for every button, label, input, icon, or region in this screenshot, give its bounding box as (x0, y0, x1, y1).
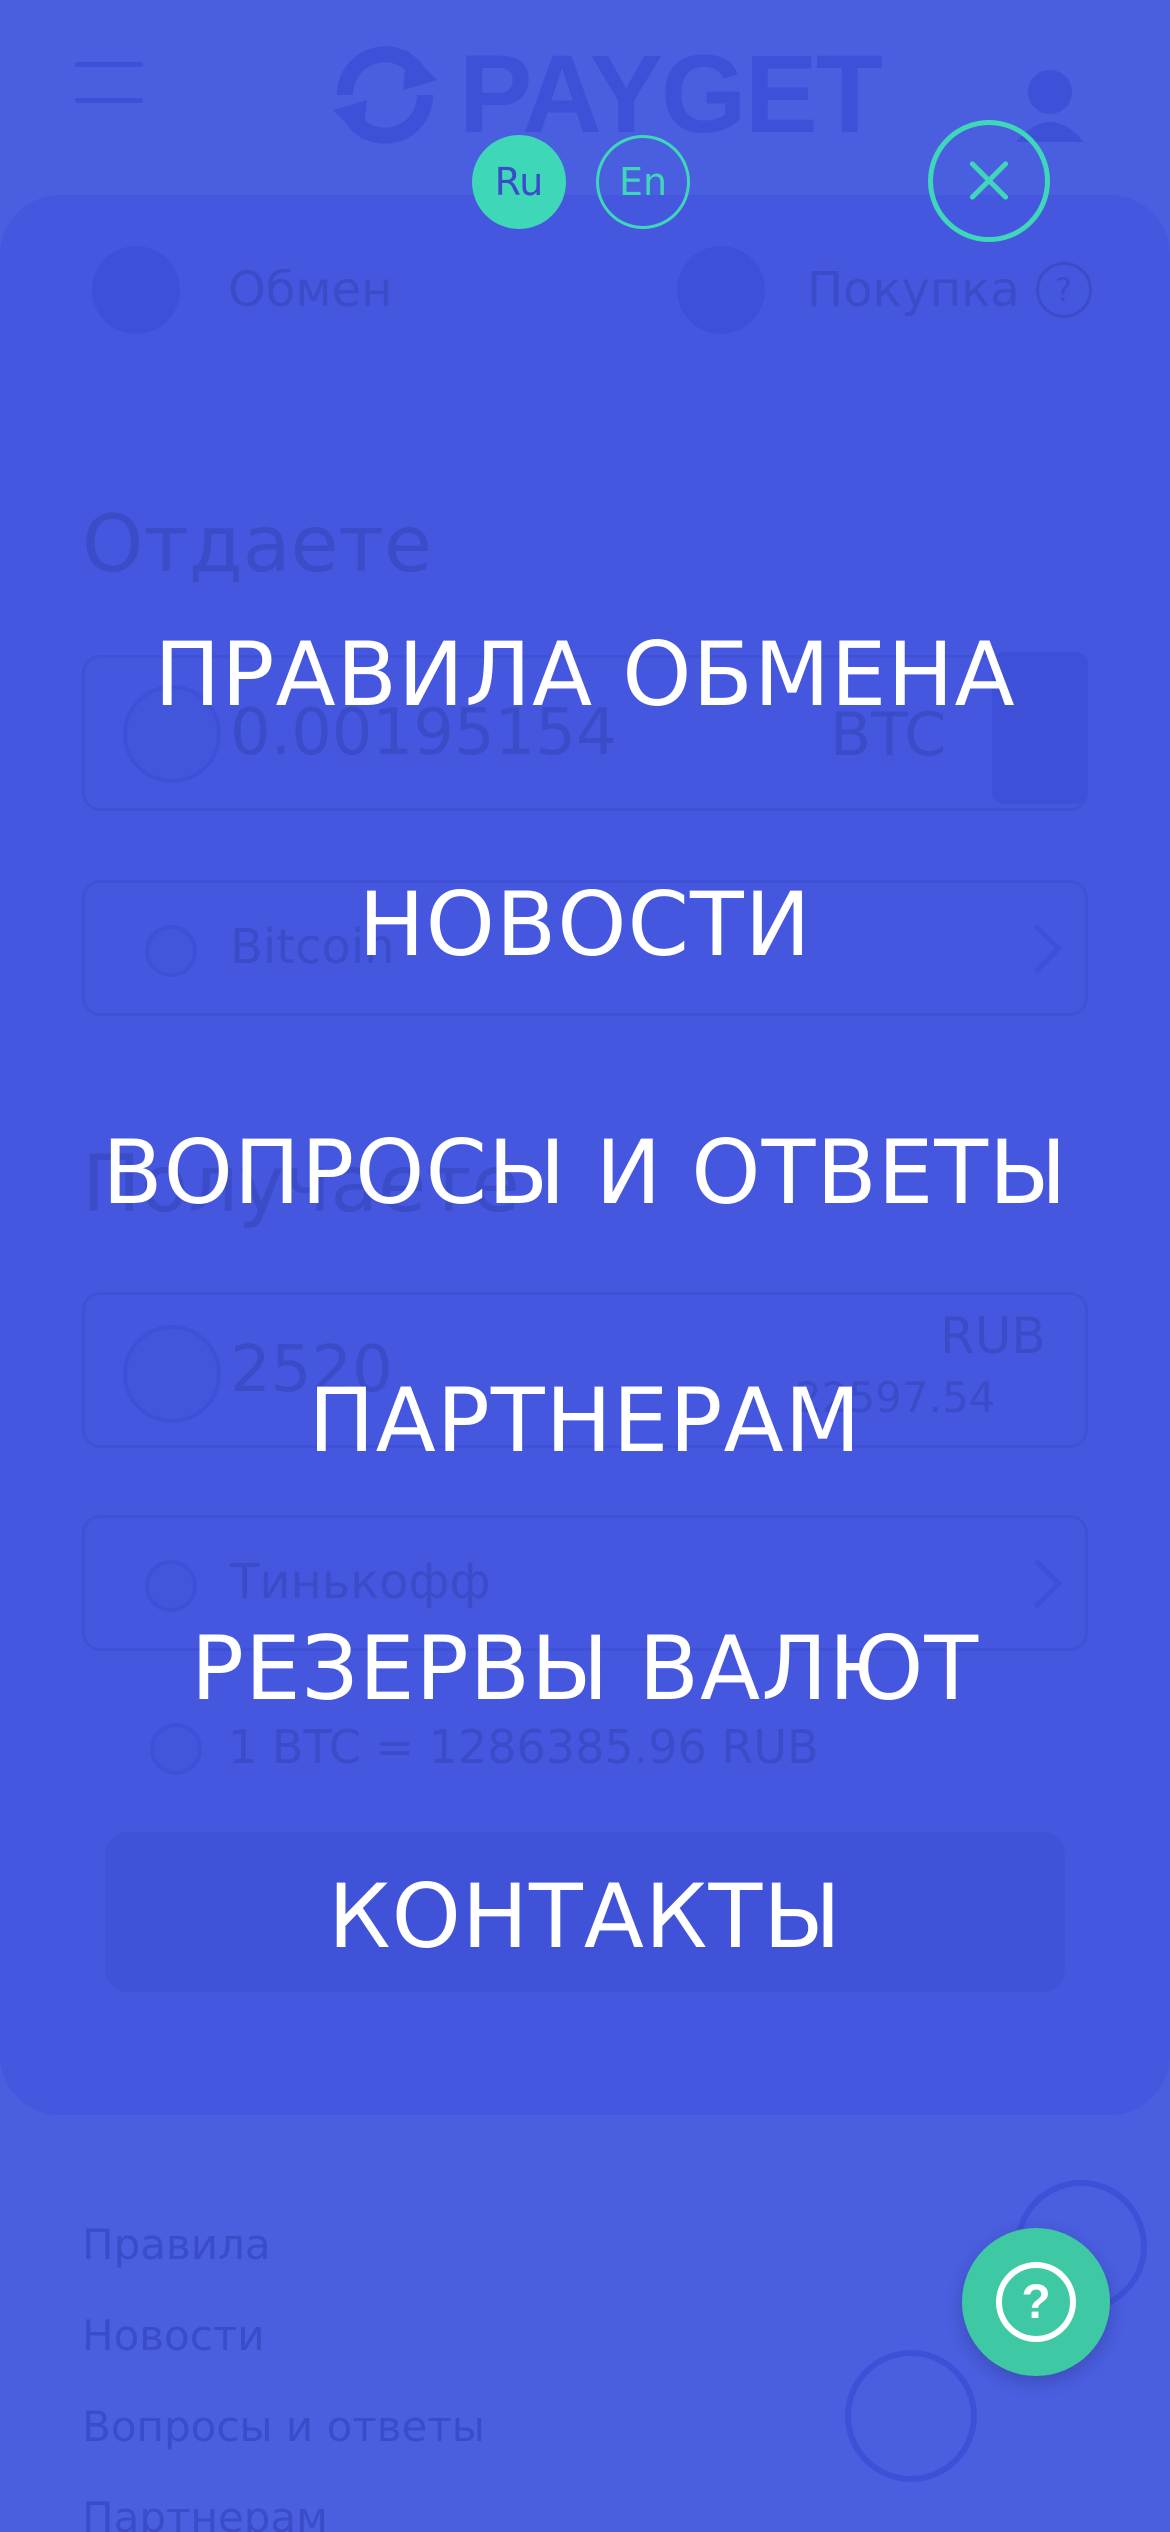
language-en-button[interactable]: En (596, 135, 690, 229)
language-ru-button[interactable]: Ru (472, 135, 566, 229)
language-switcher: Ru En (472, 135, 690, 229)
menu-item-faq[interactable]: ВОПРОСЫ И ОТВЕТЫ (0, 1123, 1170, 1223)
menu-overlay: Ru En ПРАВИЛА ОБМЕНА НОВОСТИ ВОПРОСЫ И О… (0, 0, 1170, 2532)
close-menu-button[interactable] (928, 120, 1050, 242)
menu-item-contacts[interactable]: КОНТАКТЫ (0, 1867, 1170, 1967)
menu-item-exchange-rules[interactable]: ПРАВИЛА ОБМЕНА (0, 625, 1170, 725)
page: PAYGET Обмен Покупка ? Отдаете 0.0019515… (0, 0, 1170, 2532)
help-button[interactable]: ? (962, 2228, 1110, 2376)
question-icon: ? (996, 2262, 1076, 2342)
menu-item-currency-reserves[interactable]: РЕЗЕРВЫ ВАЛЮТ (0, 1619, 1170, 1719)
menu-item-news[interactable]: НОВОСТИ (0, 875, 1170, 975)
menu-item-partners[interactable]: ПАРТНЕРАМ (0, 1371, 1170, 1471)
